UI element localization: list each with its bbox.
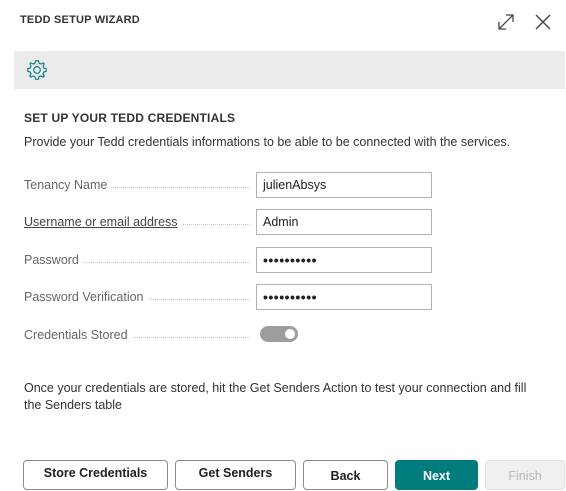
settings-button[interactable] — [26, 59, 48, 81]
tenancy-name-label: Tenancy Name — [24, 178, 112, 192]
password-verification-label: Password Verification — [24, 290, 148, 304]
wizard-title: TEDD SETUP WIZARD — [20, 14, 140, 26]
gear-icon — [27, 60, 47, 80]
next-button[interactable]: Next — [395, 460, 478, 490]
username-row: Username or email address Admin — [24, 209, 564, 235]
action-bar — [14, 51, 565, 89]
close-icon — [535, 14, 551, 30]
password-input[interactable]: •••••••••• — [256, 247, 432, 273]
credentials-stored-label: Credentials Stored — [24, 328, 132, 342]
tenancy-name-row: Tenancy Name julienAbsys — [24, 172, 564, 198]
store-credentials-button[interactable]: Store Credentials — [23, 460, 168, 490]
credentials-stored-row: Credentials Stored — [24, 322, 564, 348]
close-button[interactable] — [531, 10, 555, 34]
section-title: SET UP YOUR TEDD CREDENTIALS — [24, 111, 236, 125]
finish-button: Finish — [485, 460, 565, 490]
section-description: Provide your Tedd credentials informatio… — [24, 135, 511, 149]
toggle-knob — [285, 329, 295, 339]
credentials-stored-toggle[interactable] — [260, 326, 298, 342]
password-row: Password •••••••••• — [24, 247, 564, 273]
password-verification-row: Password Verification •••••••••• — [24, 284, 564, 310]
username-label-link[interactable]: Username or email address — [24, 215, 182, 229]
expand-icon — [498, 14, 514, 30]
tenancy-name-input[interactable]: julienAbsys — [256, 172, 432, 198]
get-senders-button[interactable]: Get Senders — [175, 460, 296, 490]
instruction-note: Once your credentials are stored, hit th… — [24, 381, 527, 412]
title-bar: TEDD SETUP WIZARD — [0, 0, 566, 44]
password-verification-input[interactable]: •••••••••• — [256, 284, 432, 310]
username-input[interactable]: Admin — [256, 209, 432, 235]
password-label: Password — [24, 253, 83, 267]
back-button[interactable]: Back — [303, 460, 388, 490]
expand-button[interactable] — [494, 10, 518, 34]
